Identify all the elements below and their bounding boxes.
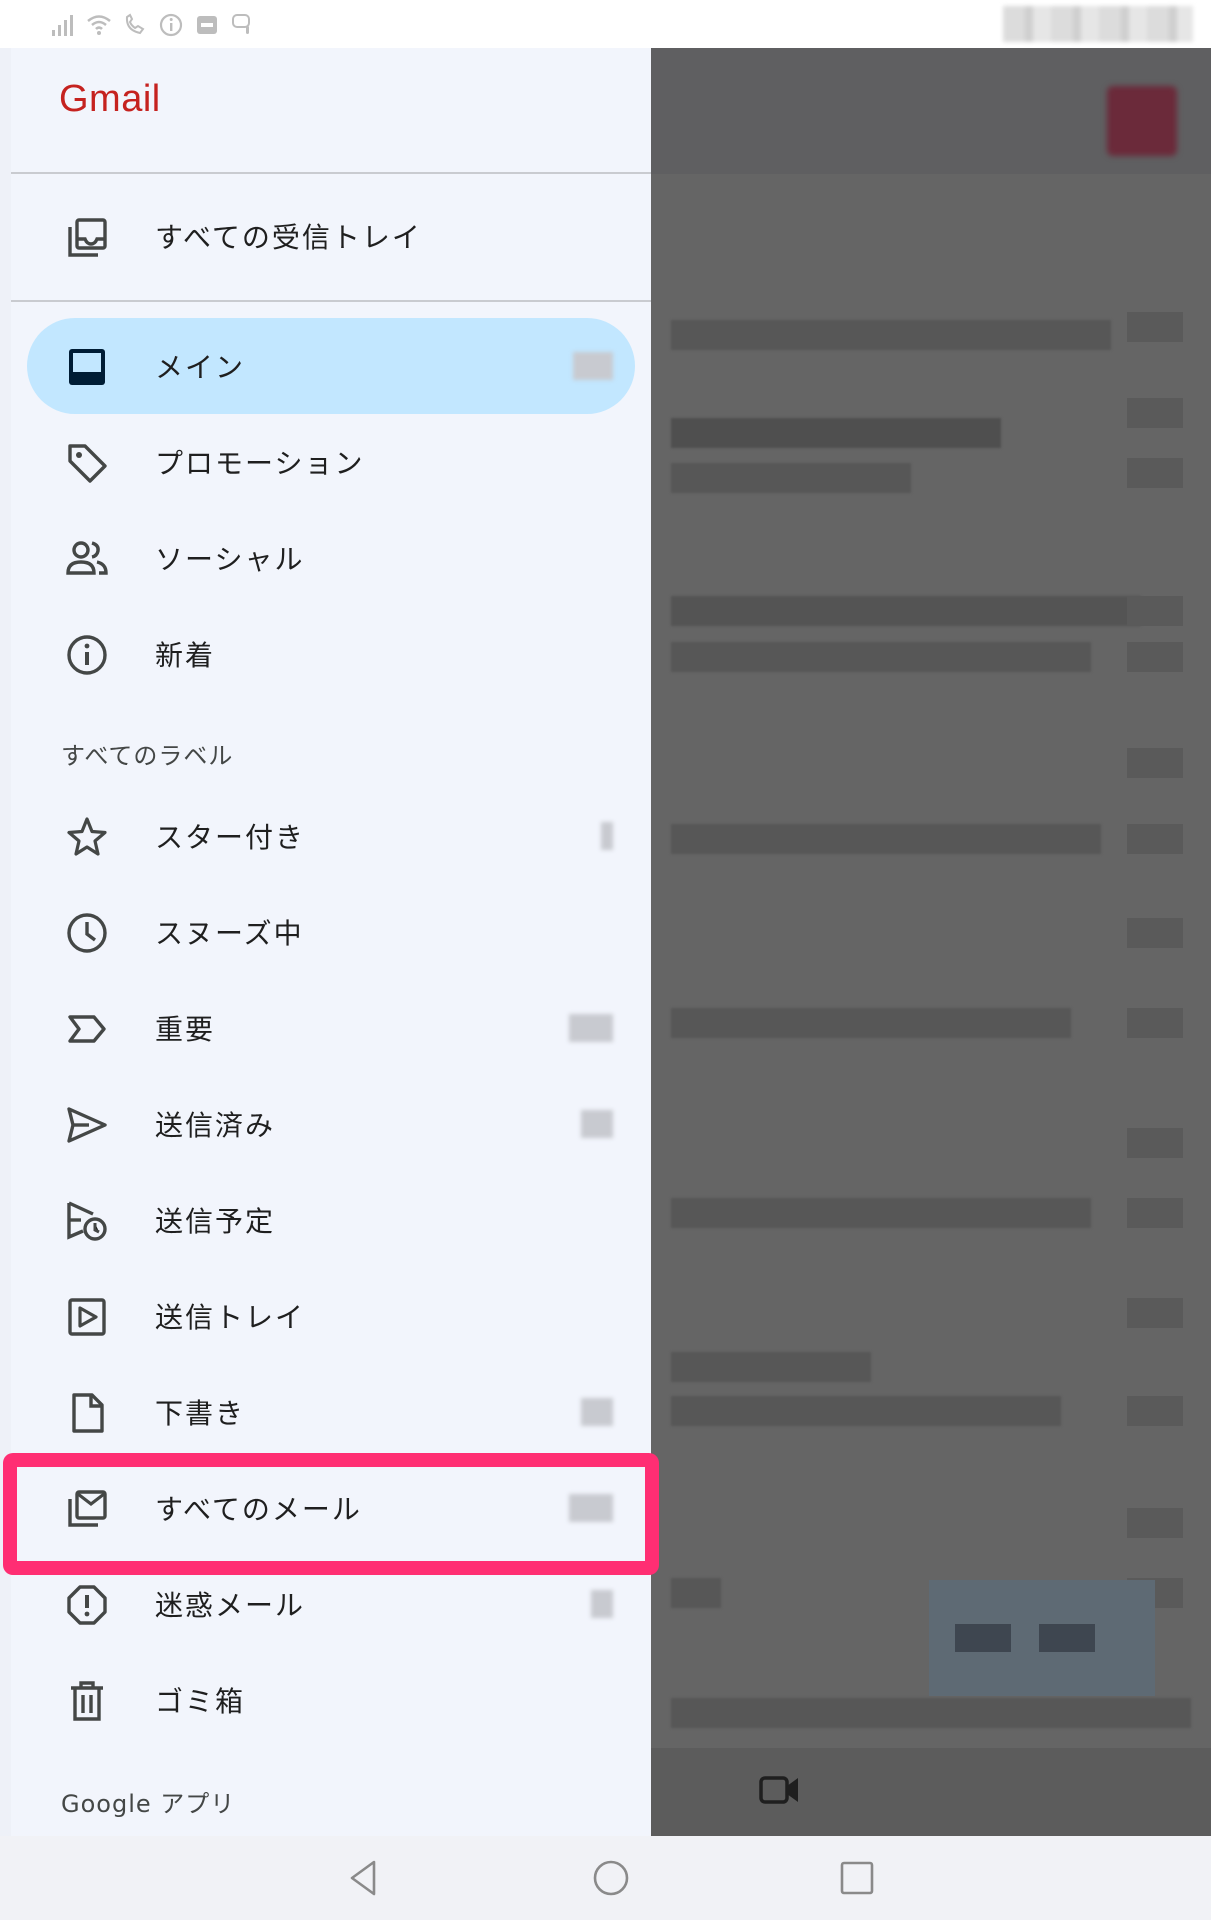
all-inboxes-icon [65,215,109,259]
unread-count [569,1014,613,1042]
nav-label: ソーシャル [155,543,305,576]
volte-icon [125,13,145,35]
nav-label: 送信済み [155,1109,276,1142]
nav-updates[interactable]: 新着 [27,606,635,702]
unread-count [601,822,613,850]
nav-starred[interactable]: スター付き [27,788,635,884]
divider [11,300,651,302]
nav-label: 下書き [155,1397,246,1430]
video-icon [759,1776,798,1804]
status-icons [50,12,256,38]
clock-icon [65,911,109,955]
compose-button-background [929,1580,1155,1696]
send-icon [65,1103,109,1147]
unread-count [581,1110,613,1138]
google-apps-header: Google アプリ [61,1790,236,1818]
info-icon [65,633,109,677]
app-notification-icon [197,16,217,34]
nav-label: ゴミ箱 [155,1685,246,1718]
home-icon[interactable] [589,1856,633,1900]
background-inbox-scrim[interactable] [651,48,1211,1836]
spam-icon [65,1583,109,1627]
background-row [671,320,1111,350]
nav-drafts[interactable]: 下書き [27,1364,635,1460]
nav-main[interactable]: メイン [27,318,635,414]
nav-important[interactable]: 重要 [27,980,635,1076]
nav-scheduled[interactable]: 送信予定 [27,1172,635,1268]
star-icon [65,815,109,859]
draft-icon [65,1391,109,1435]
trash-icon [65,1679,109,1723]
avatar [1107,86,1177,156]
status-bar [0,0,1211,48]
unread-count [591,1590,613,1618]
labels-section-header: すべてのラベル [61,742,234,770]
nav-label: スヌーズ中 [155,917,304,950]
nav-snoozed[interactable]: スヌーズ中 [27,884,635,980]
divider [11,172,651,174]
nav-label: 迷惑メール [155,1589,306,1622]
scheduled-send-icon [65,1199,109,1243]
people-icon [65,537,109,581]
nav-trash[interactable]: ゴミ箱 [27,1652,635,1748]
nav-label: 重要 [155,1013,216,1046]
important-icon [65,1007,109,1051]
nav-social[interactable]: ソーシャル [27,510,635,606]
nav-label: スター付き [155,821,306,854]
info-status-icon [159,13,183,37]
nav-sent[interactable]: 送信済み [27,1076,635,1172]
nav-label: すべての受信トレイ [155,221,422,254]
outbox-icon [65,1295,109,1339]
nav-promotions[interactable]: プロモーション [27,414,635,510]
system-navigation-bar [0,1836,1211,1920]
nav-outbox[interactable]: 送信トレイ [27,1268,635,1364]
nav-label: 新着 [155,639,216,672]
nav-label: メイン [155,351,246,384]
nav-label: プロモーション [155,447,365,480]
highlight-annotation [3,1453,659,1575]
gmail-logo: Gmail [59,78,161,120]
nav-label: 送信トレイ [155,1301,306,1334]
nav-all-inboxes[interactable]: すべての受信トレイ [27,188,635,284]
status-clock [1003,6,1193,42]
background-search-bar [651,48,1211,174]
unread-count [581,1398,613,1426]
back-icon[interactable] [342,1856,386,1900]
signal-icon [52,15,73,36]
unread-count [573,352,613,380]
tag-icon [65,441,109,485]
background-bottom-nav [651,1748,1211,1836]
nav-label: 送信予定 [155,1205,276,1238]
chat-notification-icon [232,14,250,34]
wifi-icon [87,15,111,35]
inbox-icon [65,345,109,389]
recents-icon[interactable] [835,1856,879,1900]
